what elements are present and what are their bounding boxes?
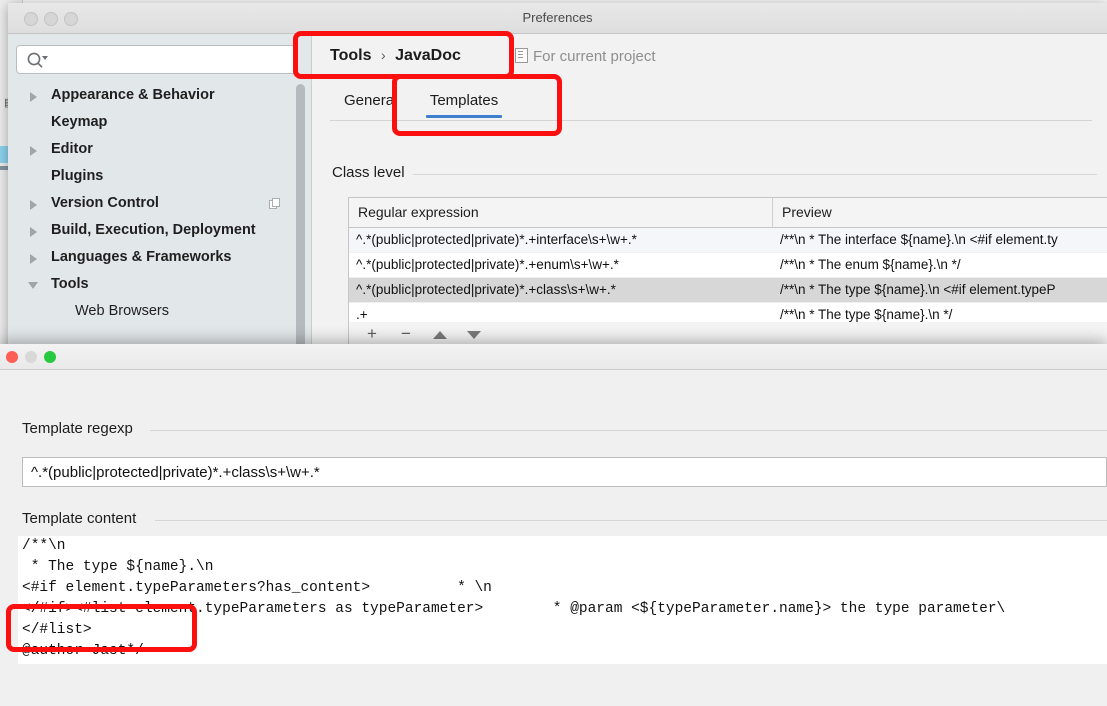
tab-label: Templates — [429, 92, 499, 109]
chevron-right-icon[interactable] — [30, 254, 37, 264]
move-up-icon[interactable] — [433, 331, 447, 339]
section-divider — [332, 174, 1097, 175]
project-icon — [515, 48, 528, 63]
column-header-regular-expression[interactable]: Regular expression — [349, 198, 773, 227]
code-line: </#if><#list element.typeParameters as t… — [22, 601, 1006, 617]
class-level-table[interactable]: Regular expression Preview ^.*(public|pr… — [348, 197, 1107, 324]
dialog-close-button[interactable] — [6, 351, 18, 363]
scope-note: For current project — [515, 48, 656, 65]
sidebar-item-build-execution-deployment[interactable]: Build, Execution, Deployment — [8, 217, 298, 244]
code-line: /**\n — [22, 538, 66, 554]
screen-root: ▤ 1 2 3 4 5 6 /**\n * ${name}.<#if isNot… — [0, 0, 1107, 706]
sidebar-item-label: Version Control — [51, 195, 159, 211]
dialog-titlebar — [0, 344, 1107, 370]
sidebar-item-languages-and-frameworks[interactable]: Languages & Frameworks — [8, 244, 298, 271]
tab-bar: General Templates — [330, 84, 512, 120]
search-icon — [27, 52, 43, 68]
remove-template-button[interactable]: − — [389, 322, 423, 346]
chevron-right-icon[interactable] — [30, 227, 37, 237]
tab-templates[interactable]: Templates — [416, 84, 512, 118]
breadcrumb-separator-icon: › — [380, 47, 386, 63]
template-content-label: Template content — [22, 510, 146, 527]
tab-active-indicator — [425, 115, 503, 118]
sidebar-item-label: Keymap — [51, 114, 108, 130]
table-header-row: Regular expression Preview — [349, 198, 1107, 228]
move-down-icon[interactable] — [467, 331, 481, 339]
cell-regular-expression: ^.*(public|protected|private)*.+enum\s+\… — [356, 257, 619, 272]
sidebar-item-label: Web Browsers — [75, 303, 170, 319]
sidebar-item-label: Build, Execution, Deployment — [51, 222, 256, 238]
chevron-down-icon[interactable] — [28, 282, 38, 289]
sidebar-item-label: Languages & Frameworks — [51, 249, 232, 265]
cell-preview: /**\n * The type ${name}.\n <#if element… — [780, 282, 1056, 297]
table-row-selected[interactable]: ^.*(public|protected|private)*.+class\s+… — [349, 278, 1107, 303]
sidebar-item-version-control[interactable]: Version Control — [8, 190, 298, 217]
sidebar-item-appearance-and-behavior[interactable]: Appearance & Behavior — [8, 82, 298, 109]
search-box[interactable] — [16, 45, 297, 74]
tab-bar-divider — [330, 120, 1092, 121]
preferences-titlebar: Preferences — [8, 3, 1107, 34]
chevron-right-icon[interactable] — [30, 92, 37, 102]
sidebar-item-keymap[interactable]: Keymap — [8, 109, 298, 136]
table-row[interactable]: ^.*(public|protected|private)*.+enum\s+\… — [349, 253, 1107, 278]
window-title: Preferences — [522, 10, 593, 25]
chevron-right-icon[interactable] — [30, 200, 37, 210]
sidebar-scrollbar[interactable] — [296, 84, 305, 369]
cell-regular-expression: ^.*(public|protected|private)*.+class\s+… — [356, 282, 616, 297]
code-line-author: @author Jast*/ — [22, 643, 144, 659]
template-edit-dialog: Template regexp Template content /**\n *… — [0, 344, 1107, 706]
cell-preview: /**\n * The enum ${name}.\n */ — [780, 257, 961, 272]
dialog-maximize-button[interactable] — [44, 351, 56, 363]
search-dropdown-caret-icon[interactable] — [42, 56, 48, 60]
dialog-body: Template regexp Template content /**\n *… — [0, 370, 1107, 706]
cell-preview: /**\n * The interface ${name}.\n <#if el… — [780, 232, 1058, 247]
table-row[interactable]: .+ /**\n * The type ${name}.\n */ — [349, 303, 1107, 323]
sidebar-item-label: Tools — [51, 276, 89, 292]
code-line: * The type ${name}.\n — [22, 559, 214, 575]
sidebar-item-web-browsers[interactable]: Web Browsers — [8, 298, 298, 325]
table-row[interactable]: ^.*(public|protected|private)*.+interfac… — [349, 228, 1107, 253]
template-content-editor[interactable]: /**\n * The type ${name}.\n <#if element… — [18, 536, 1107, 664]
tab-general[interactable]: General — [330, 84, 411, 118]
template-regexp-divider — [150, 430, 1107, 431]
sidebar-scrollbar-thumb[interactable] — [296, 84, 305, 369]
template-regexp-input[interactable] — [22, 457, 1107, 487]
column-header-preview[interactable]: Preview — [773, 198, 1107, 227]
scope-note-label: For current project — [533, 48, 656, 65]
sidebar-item-label: Plugins — [51, 168, 104, 184]
sidebar-item-label: Editor — [51, 141, 93, 157]
cell-preview: /**\n * The type ${name}.\n */ — [780, 307, 953, 322]
sidebar-item-label: Appearance & Behavior — [51, 87, 215, 103]
breadcrumb-leaf[interactable]: JavaDoc — [395, 47, 461, 64]
template-content-divider — [155, 520, 1107, 521]
section-title: Class level — [332, 164, 413, 181]
breadcrumb: Tools › JavaDoc — [330, 47, 461, 65]
code-line: </#list> — [22, 622, 92, 638]
sidebar-item-plugins[interactable]: Plugins — [8, 163, 298, 190]
copy-icon — [269, 198, 280, 209]
cell-regular-expression: ^.*(public|protected|private)*.+interfac… — [356, 232, 637, 247]
cell-regular-expression: .+ — [356, 307, 368, 322]
search-input[interactable] — [51, 49, 290, 71]
template-regexp-label: Template regexp — [22, 420, 142, 437]
dialog-minimize-button[interactable] — [25, 351, 37, 363]
sidebar-item-tools[interactable]: Tools — [8, 271, 298, 298]
sidebar-item-editor[interactable]: Editor — [8, 136, 298, 163]
code-line: <#if element.typeParameters?has_content>… — [22, 580, 492, 596]
tab-label: General — [344, 92, 398, 109]
add-template-button[interactable]: + — [355, 322, 389, 346]
chevron-right-icon[interactable] — [30, 146, 37, 156]
breadcrumb-root[interactable]: Tools — [330, 47, 371, 64]
